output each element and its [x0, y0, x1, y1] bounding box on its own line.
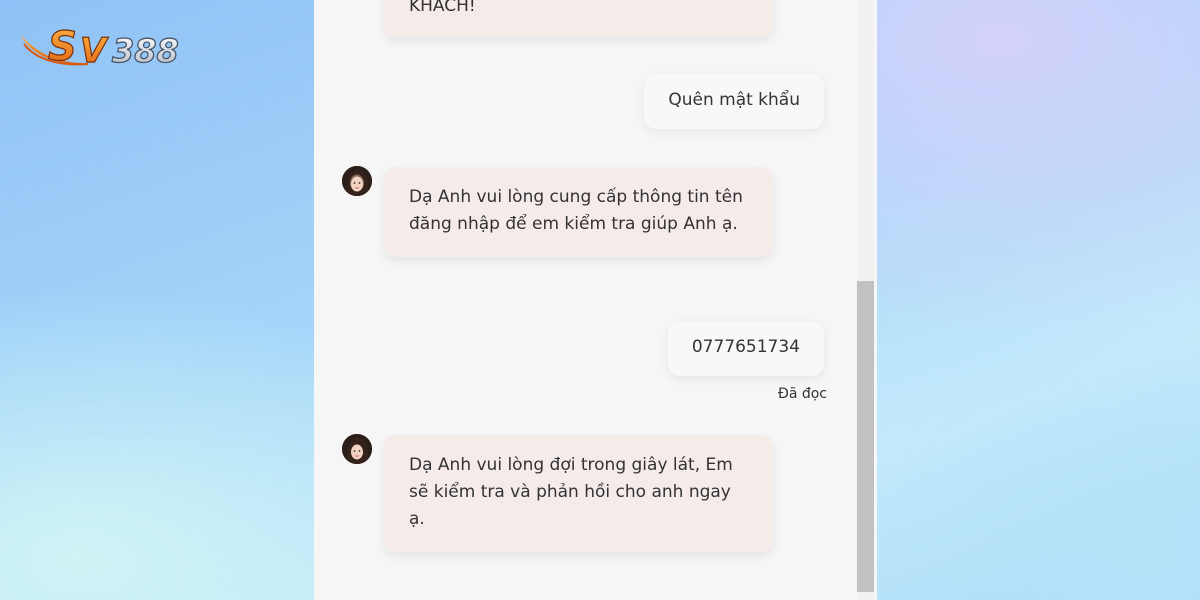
user-message: Quên mật khẩu [644, 74, 824, 129]
bot-message: Dạ Anh vui lòng đợi trong giây lát, Em s… [384, 435, 773, 552]
agent-avatar [342, 434, 372, 464]
user-message: 0777651734 [667, 321, 824, 376]
agent-avatar [342, 166, 372, 196]
svg-text:S: S [48, 24, 77, 70]
brand-logo[interactable]: S V 388 [18, 22, 203, 74]
bot-message-text: KHÁCH! [409, 0, 476, 16]
user-message-text: 0777651734 [691, 337, 800, 357]
agent-avatar-icon [342, 166, 372, 196]
agent-avatar-icon [342, 434, 372, 464]
bot-message-text: Dạ Anh vui lòng cung cấp thông tin tên đ… [409, 187, 743, 234]
bot-message: KHÁCH! [384, 0, 773, 37]
bot-message: Dạ Anh vui lòng cung cấp thông tin tên đ… [384, 167, 773, 257]
read-status: Đã đọc [777, 386, 827, 402]
svg-text:V: V [80, 31, 109, 71]
sv388-logo-icon: S V 388 [20, 23, 179, 72]
svg-text:388: 388 [112, 32, 179, 70]
user-message-text: Quên mật khẩu [668, 90, 800, 110]
chat-scrollbar[interactable] [857, 0, 874, 600]
scrollbar-thumb[interactable] [857, 281, 874, 592]
chat-panel: KHÁCH! Quên mật khẩu Dạ Anh vui lòng cun… [314, 0, 877, 600]
bot-message-text: Dạ Anh vui lòng đợi trong giây lát, Em s… [409, 455, 733, 529]
